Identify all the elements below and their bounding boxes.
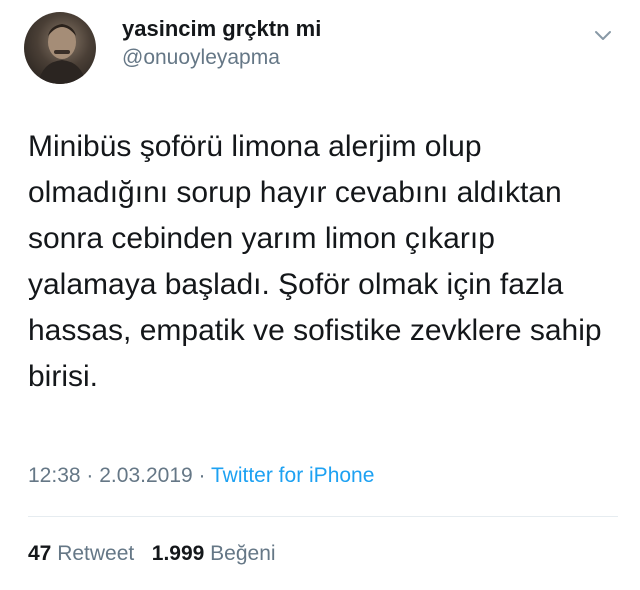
like-stat[interactable]: 1.999 Beğeni xyxy=(152,542,276,565)
meta-separator: · xyxy=(86,464,94,487)
retweet-count: 47 xyxy=(28,542,52,565)
retweet-label: Retweet xyxy=(57,542,135,565)
tweet-card: yasincim grçktn mi @onuoyleyapma Minibüs… xyxy=(0,0,640,590)
tweet-text: Minibüs şoförü limona alerjim olup olmad… xyxy=(28,130,602,393)
retweet-stat[interactable]: 47 Retweet xyxy=(28,542,134,565)
tweet-stats: 47 Retweet 1.999 Beğeni xyxy=(28,542,276,566)
tweet-time[interactable]: 12:38 xyxy=(28,464,81,487)
tweet-source-link[interactable]: Twitter for iPhone xyxy=(211,464,374,487)
divider xyxy=(28,516,618,517)
meta-separator: · xyxy=(198,464,206,487)
like-label: Beğeni xyxy=(210,542,276,565)
like-count: 1.999 xyxy=(151,542,205,565)
avatar-photo xyxy=(38,24,86,84)
display-name[interactable]: yasincim grçktn mi xyxy=(122,16,321,42)
user-handle[interactable]: @onuoyleyapma xyxy=(122,46,280,70)
avatar[interactable] xyxy=(24,12,96,84)
tweet-date[interactable]: 2.03.2019 xyxy=(99,464,192,487)
chevron-down-icon[interactable] xyxy=(592,24,614,46)
tweet-meta: 12:38 · 2.03.2019 · Twitter for iPhone xyxy=(28,464,374,488)
